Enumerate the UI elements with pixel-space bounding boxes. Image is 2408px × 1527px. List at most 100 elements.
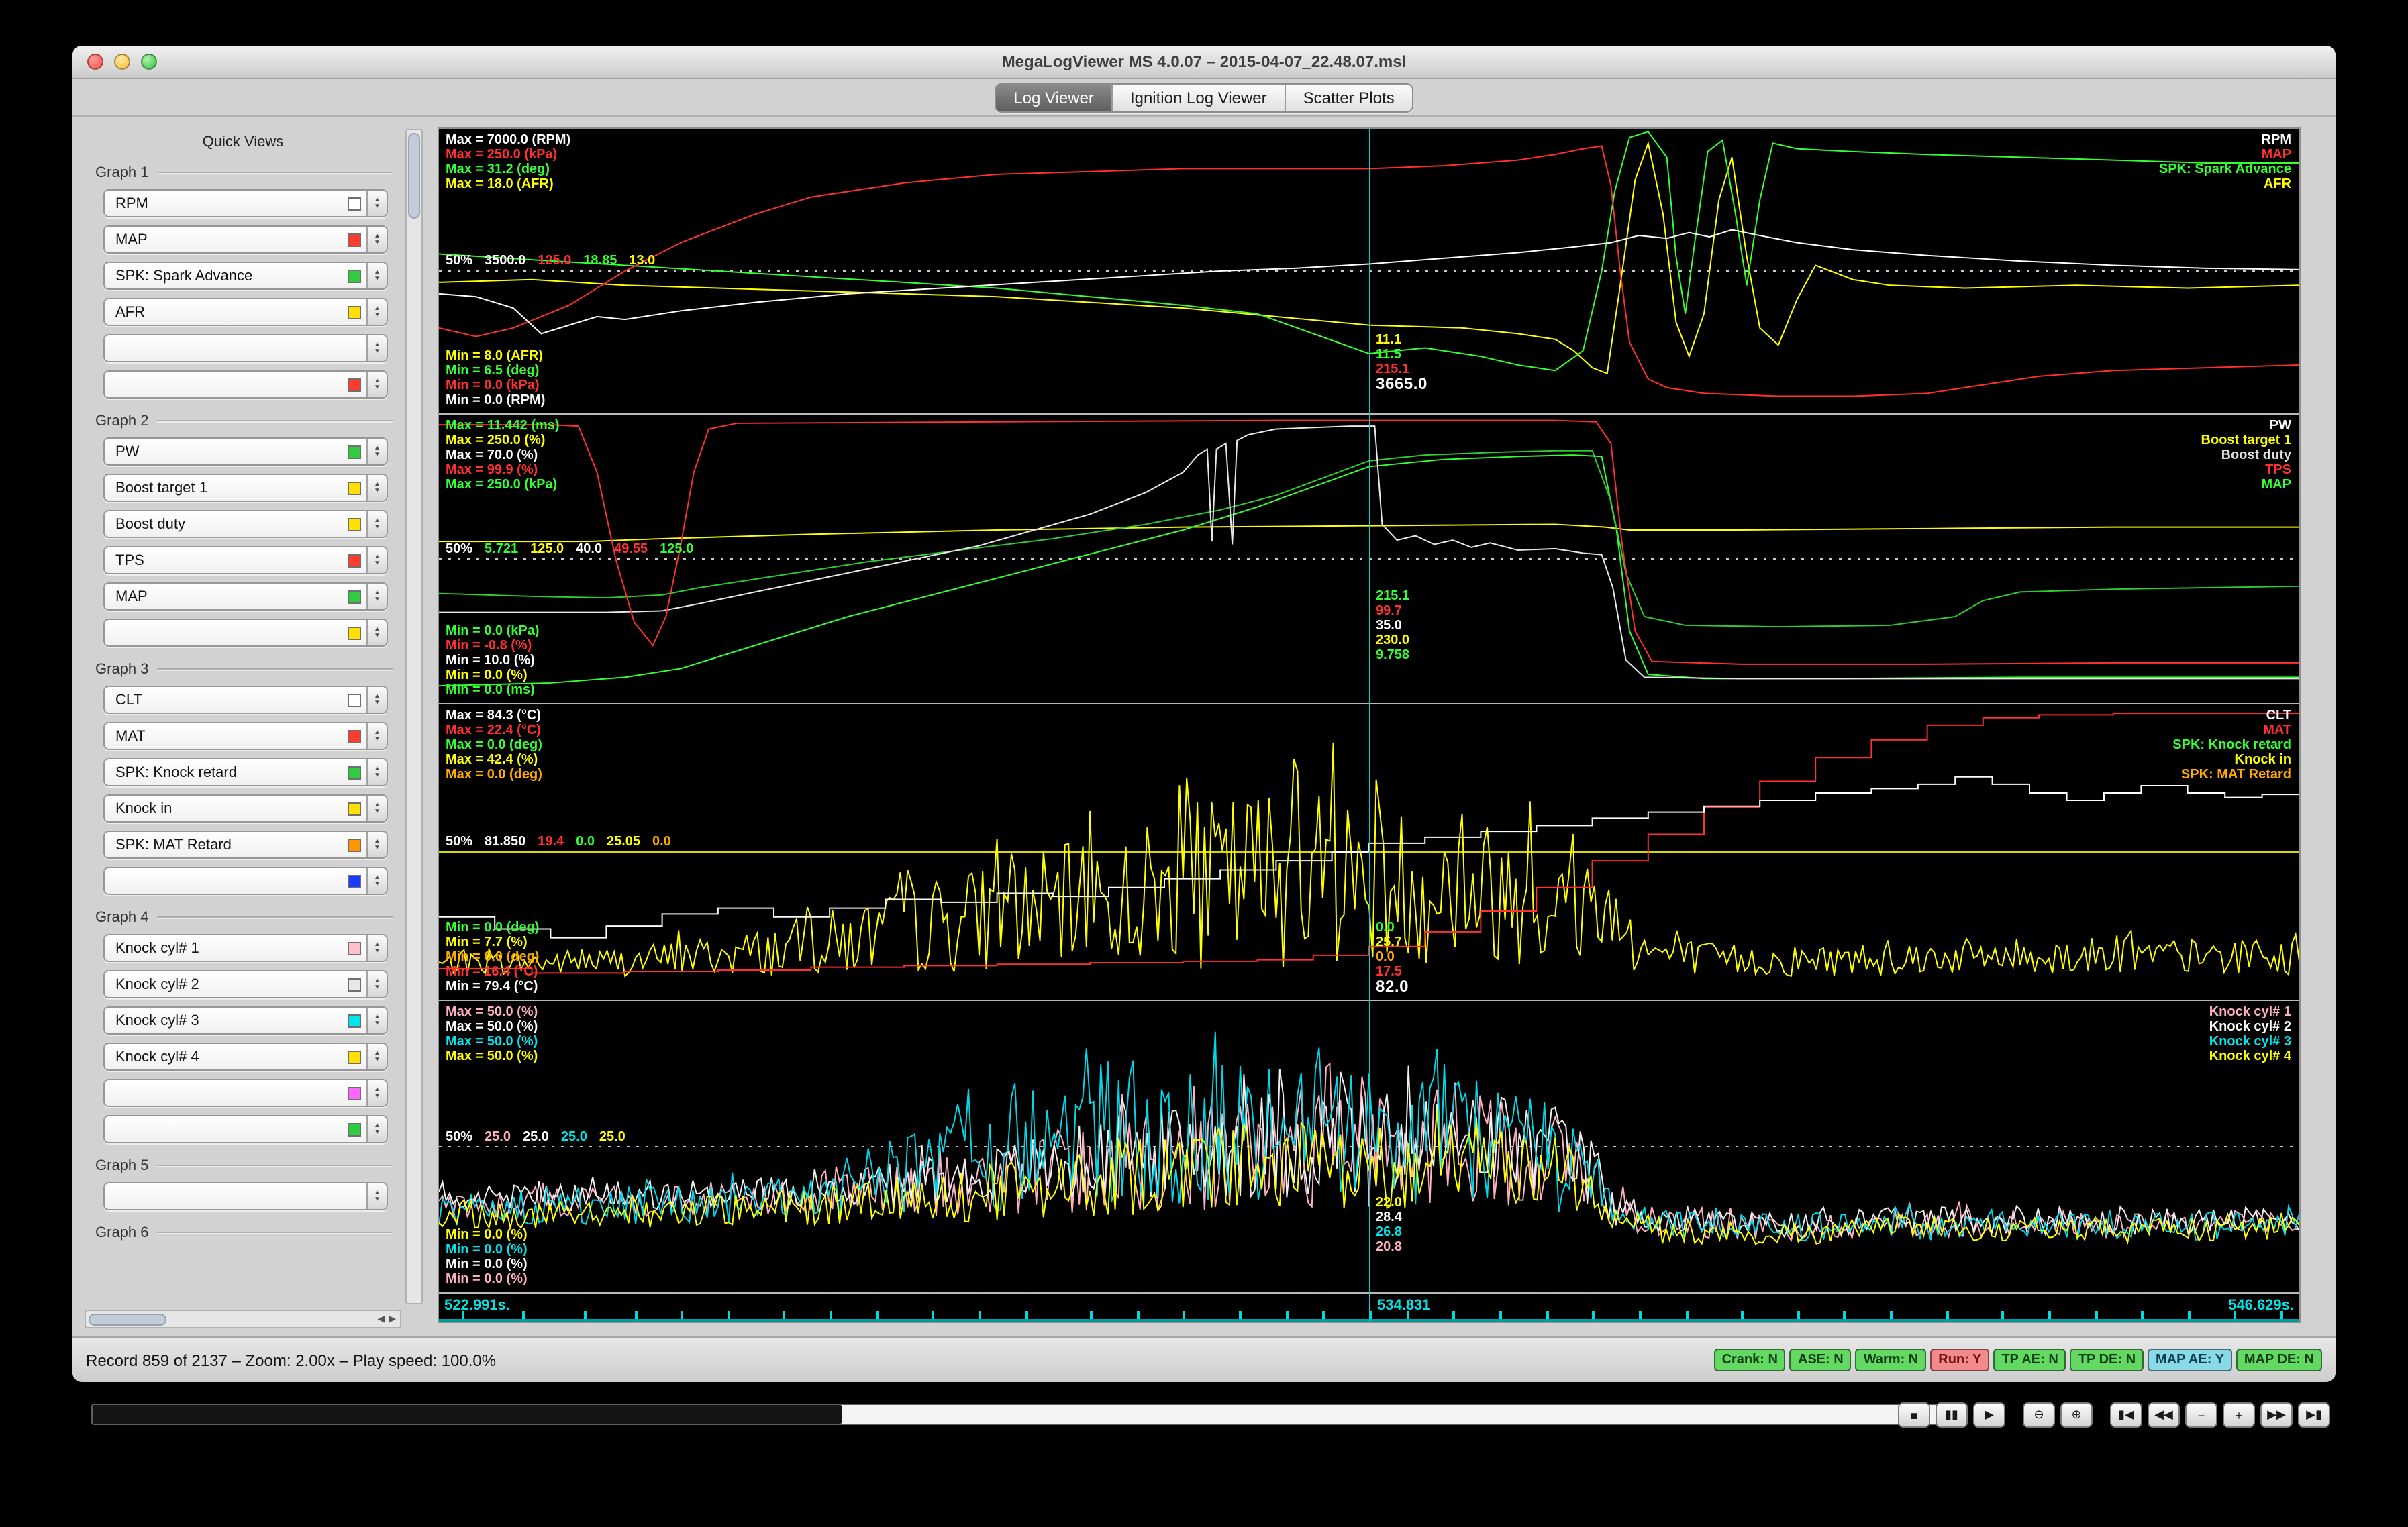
- zoom-out-button[interactable]: ⊖: [2023, 1402, 2055, 1428]
- channel-select-afr[interactable]: AFR ▲ ▼: [103, 298, 388, 326]
- log-position-scrollbar[interactable]: [91, 1404, 1968, 1425]
- window-title: MegaLogViewer MS 4.0.07 – 2015-04-07_22.…: [1001, 52, 1407, 71]
- channel-color-swatch: [348, 517, 361, 531]
- stepper-arrows-icon[interactable]: ▲ ▼: [366, 1183, 387, 1209]
- vertical-scrollbar-thumb[interactable]: [408, 133, 420, 219]
- minimize-button[interactable]: [114, 54, 130, 70]
- group-label: Graph 2: [95, 413, 393, 429]
- channel-color-swatch: [348, 554, 361, 567]
- scrollbar-arrows: ◀ ▶: [377, 1314, 400, 1324]
- channel-select-spk-spark-advance[interactable]: SPK: Spark Advance ▲ ▼: [103, 262, 388, 290]
- channel-color-swatch: [348, 1086, 361, 1100]
- channel-select-boost-duty[interactable]: Boost duty ▲ ▼: [103, 510, 388, 538]
- stepper-arrows-icon[interactable]: ▲ ▼: [366, 547, 387, 573]
- time-tick: [1238, 1311, 1242, 1319]
- channel-select-empty[interactable]: ▲ ▼: [103, 619, 388, 647]
- time-tick: [783, 1311, 786, 1319]
- stepper-arrows-icon[interactable]: ▲ ▼: [366, 1080, 387, 1106]
- close-button[interactable]: [87, 54, 103, 70]
- channel-select-clt[interactable]: CLT ▲ ▼: [103, 686, 388, 714]
- sidebar-group-graph-5: Graph 5 ▲ ▼: [85, 1158, 401, 1210]
- transport-group: ■ ▮▮ ▶: [1898, 1402, 2005, 1428]
- channel-select-boost-target-1[interactable]: Boost target 1 ▲ ▼: [103, 474, 388, 502]
- channel-select-mat[interactable]: MAT ▲ ▼: [103, 722, 388, 750]
- stop-button[interactable]: ■: [1898, 1402, 1930, 1428]
- channel-select-empty[interactable]: ▲ ▼: [103, 1182, 388, 1210]
- skip-end-button[interactable]: ▶▮: [2298, 1402, 2330, 1428]
- horizontal-scrollbar-thumb[interactable]: [89, 1313, 166, 1325]
- tab-ignition-log-viewer[interactable]: Ignition Log Viewer: [1112, 84, 1286, 111]
- channel-color-swatch: [348, 874, 361, 888]
- stepper-arrows-icon[interactable]: ▲ ▼: [366, 191, 387, 216]
- zoom-window-button[interactable]: [141, 54, 157, 70]
- log-scrollbar-thumb[interactable]: [93, 1405, 842, 1424]
- channel-select-empty[interactable]: ▲ ▼: [103, 1079, 388, 1107]
- stepper-arrows-icon[interactable]: ▲ ▼: [366, 796, 387, 821]
- channel-select-knock-in[interactable]: Knock in ▲ ▼: [103, 794, 388, 823]
- channel-select-map[interactable]: MAP ▲ ▼: [103, 225, 388, 254]
- tab-log-viewer[interactable]: Log Viewer: [996, 84, 1113, 111]
- stepper-arrows-icon[interactable]: ▲ ▼: [366, 299, 387, 325]
- stepper-arrows-icon[interactable]: ▲ ▼: [366, 832, 387, 857]
- channel-select-empty[interactable]: ▲ ▼: [103, 1115, 388, 1143]
- time-cursor-line[interactable]: [1369, 129, 1370, 1322]
- channel-select-empty[interactable]: ▲ ▼: [103, 370, 388, 399]
- scroll-left-icon[interactable]: ◀: [377, 1314, 385, 1324]
- stepper-arrows-icon[interactable]: ▲ ▼: [366, 511, 387, 537]
- stepper-arrows-icon[interactable]: ▲ ▼: [366, 335, 387, 361]
- channel-select-empty[interactable]: ▲ ▼: [103, 867, 388, 895]
- skip-start-button[interactable]: ▮◀: [2110, 1402, 2142, 1428]
- status-badge-tp-de: TP DE: N: [2070, 1349, 2144, 1371]
- stepper-arrows-icon[interactable]: ▲ ▼: [366, 1116, 387, 1142]
- stepper-arrows-icon[interactable]: ▲ ▼: [366, 584, 387, 609]
- stepper-arrows-icon[interactable]: ▲ ▼: [366, 971, 387, 997]
- channel-color-swatch: [348, 197, 361, 210]
- graph-4-legend: Knock cyl# 1 Knock cyl# 2 Knock cyl# 3 Knoc…: [2209, 1005, 2291, 1064]
- stepper-arrows-icon[interactable]: ▲ ▼: [366, 759, 387, 785]
- stepper-arrows-icon[interactable]: ▲ ▼: [366, 620, 387, 645]
- stepper-arrows-icon[interactable]: ▲ ▼: [366, 687, 387, 713]
- play-button[interactable]: ▶: [1973, 1402, 2005, 1428]
- channel-color-swatch: [348, 626, 361, 639]
- rewind-button[interactable]: ◀◀: [2148, 1402, 2180, 1428]
- stepper-arrows-icon[interactable]: ▲ ▼: [366, 475, 387, 501]
- stepper-arrows-icon[interactable]: ▲ ▼: [366, 868, 387, 894]
- channel-select-knock-cyl-3[interactable]: Knock cyl# 3 ▲ ▼: [103, 1006, 388, 1035]
- time-tick: [978, 1311, 981, 1319]
- stepper-arrows-icon[interactable]: ▲ ▼: [366, 439, 387, 464]
- channel-select-knock-cyl-2[interactable]: Knock cyl# 2 ▲ ▼: [103, 970, 388, 998]
- channel-select-tps[interactable]: TPS ▲ ▼: [103, 546, 388, 574]
- scroll-right-icon[interactable]: ▶: [389, 1314, 396, 1324]
- channel-select-knock-cyl-4[interactable]: Knock cyl# 4 ▲ ▼: [103, 1043, 388, 1071]
- sidebar-vertical-scrollbar[interactable]: [405, 129, 423, 1304]
- channel-select-empty[interactable]: ▲ ▼: [103, 334, 388, 362]
- channel-select-spk-knock-retard[interactable]: SPK: Knock retard ▲ ▼: [103, 758, 388, 786]
- stepper-arrows-icon[interactable]: ▲ ▼: [366, 227, 387, 252]
- step-forward-button[interactable]: +: [2223, 1402, 2255, 1428]
- time-tick: [1285, 1311, 1289, 1319]
- stepper-arrows-icon[interactable]: ▲ ▼: [366, 723, 387, 749]
- pause-button[interactable]: ▮▮: [1936, 1402, 1968, 1428]
- tab-scatter-plots[interactable]: Scatter Plots: [1285, 84, 1412, 111]
- channel-select-map[interactable]: MAP ▲ ▼: [103, 582, 388, 611]
- step-back-button[interactable]: −: [2185, 1402, 2217, 1428]
- title-bar[interactable]: MegaLogViewer MS 4.0.07 – 2015-04-07_22.…: [72, 46, 2336, 79]
- stepper-arrows-icon[interactable]: ▲ ▼: [366, 1008, 387, 1033]
- channel-select-spk-mat-retard[interactable]: SPK: MAT Retard ▲ ▼: [103, 831, 388, 859]
- channel-select-rpm[interactable]: RPM ▲ ▼: [103, 189, 388, 217]
- zoom-in-button[interactable]: ⊕: [2060, 1402, 2093, 1428]
- channel-select-knock-cyl-1[interactable]: Knock cyl# 1 ▲ ▼: [103, 934, 388, 962]
- stepper-arrows-icon[interactable]: ▲ ▼: [366, 263, 387, 288]
- sidebar-group-graph-4: Graph 4 Knock cyl# 1 ▲ ▼ Knock cyl# 2 ▲ ▼ Knock…: [85, 910, 401, 1143]
- channel-select-pw[interactable]: PW ▲ ▼: [103, 437, 388, 466]
- fast-forward-button[interactable]: ▶▶: [2260, 1402, 2293, 1428]
- stepper-arrows-icon[interactable]: ▲ ▼: [366, 935, 387, 961]
- time-tick: [2001, 1311, 2005, 1319]
- graph-1-fifty-percent-row: 50% 3500.0 125.0 18.85 13.0: [446, 254, 656, 268]
- channel-color-swatch: [348, 481, 361, 494]
- graph-4-fifty-percent-row: 50% 25.0 25.0 25.0 25.0: [446, 1129, 625, 1144]
- sidebar-horizontal-scrollbar[interactable]: ◀ ▶: [85, 1310, 401, 1328]
- stepper-arrows-icon[interactable]: ▲ ▼: [366, 372, 387, 397]
- stepper-arrows-icon[interactable]: ▲ ▼: [366, 1044, 387, 1069]
- channel-label: MAP: [115, 588, 148, 604]
